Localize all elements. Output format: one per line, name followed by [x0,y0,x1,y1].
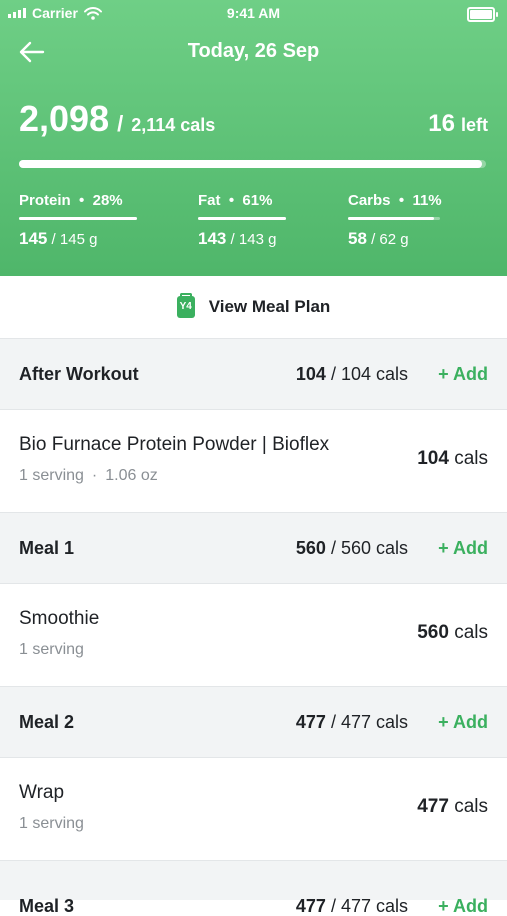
macro-target: / 143 g [230,231,277,248]
macro-carbs: Carbs • 11% 58 / 62 g [348,192,442,248]
macro-percent: 11% [412,192,442,209]
meal-section-header: Meal 1 560 / 560 cals + Add [0,512,507,584]
calories-left-label: left [461,115,488,135]
status-bar: Carrier 9:41 AM [0,0,507,26]
macro-percent: 61% [242,192,273,209]
meal-section-calories: 477 / 477 cals [295,896,408,916]
food-item-title: Wrap [19,782,65,803]
macro-current: 145 [19,229,48,248]
food-item[interactable]: Wrap 1 serving 477 cals [0,758,507,860]
view-meal-plan-label: View Meal Plan [208,297,331,316]
macro-label: Fat [198,192,221,209]
meal-plan-icon: Y4 [176,293,195,318]
food-item-serving: 1 serving [19,815,84,832]
meal-section-calories: 560 / 560 cals [295,538,408,558]
food-item-calories: 560 cals [417,622,488,643]
calories-remaining: 16 left [428,110,488,138]
calories-consumed: 2,098 [19,98,110,139]
food-item-calories: 477 cals [417,796,488,817]
macro-fat: Fat • 61% 143 / 143 g [198,192,286,249]
view-meal-plan-button[interactable]: Y4 View Meal Plan [0,276,507,338]
meal-section-calories: 477 / 477 cals [295,712,408,732]
calories-left-value: 16 [428,110,455,137]
meal-section-name: After Workout [19,364,139,384]
food-item[interactable]: Bio Furnace Protein Powder | Bioflex 1 s… [0,410,507,512]
food-item[interactable]: Smoothie 1 serving 560 cals [0,584,507,686]
food-item-title: Smoothie [19,608,100,629]
add-food-button[interactable]: + Add [438,513,488,583]
status-time: 9:41 AM [226,5,281,21]
macro-protein: Protein • 28% 145 / 145 g [19,192,137,249]
macro-label: Carbs [348,192,391,209]
calorie-progress-fill [19,160,483,168]
meal-section-name: Meal 3 [19,896,75,916]
meal-section-calories: 104 / 104 cals [295,364,408,384]
battery-icon [467,7,498,22]
macro-progress-bar [348,217,440,220]
calories-slash: / [117,111,124,136]
macro-target: / 145 g [51,231,98,248]
meal-section-header: Meal 3 477 / 477 cals + Add [0,860,507,916]
macro-current: 58 [348,229,367,248]
food-item-serving: 1 serving [19,641,84,658]
calories-summary: 2,098 / 2,114 cals [19,98,215,140]
calorie-progress-bar [19,160,486,168]
food-item-title: Bio Furnace Protein Powder | Bioflex [19,434,330,455]
meal-section-header: Meal 2 477 / 477 cals + Add [0,686,507,758]
add-food-button[interactable]: + Add [438,339,488,409]
calories-goal: 2,114 cals [131,115,216,135]
macro-target: / 62 g [371,231,409,248]
macro-progress-bar [198,217,286,220]
food-item-serving: 1 serving · 1.06 oz [19,467,158,484]
meal-section-name: Meal 2 [19,712,75,732]
add-food-button[interactable]: + Add [438,896,488,916]
meal-section-header: After Workout 104 / 104 cals + Add [0,338,507,410]
food-item-calories: 104 cals [417,448,488,469]
macro-percent: 28% [92,192,123,209]
summary-header: Carrier 9:41 AM Today, 26 Sep 2,098 / 2,… [0,0,507,276]
add-food-button[interactable]: + Add [438,687,488,757]
page-title: Today, 26 Sep [187,40,320,62]
macro-progress-bar [19,217,137,220]
macro-label: Protein [19,192,71,209]
macro-current: 143 [198,229,227,248]
meal-section-name: Meal 1 [19,538,75,558]
